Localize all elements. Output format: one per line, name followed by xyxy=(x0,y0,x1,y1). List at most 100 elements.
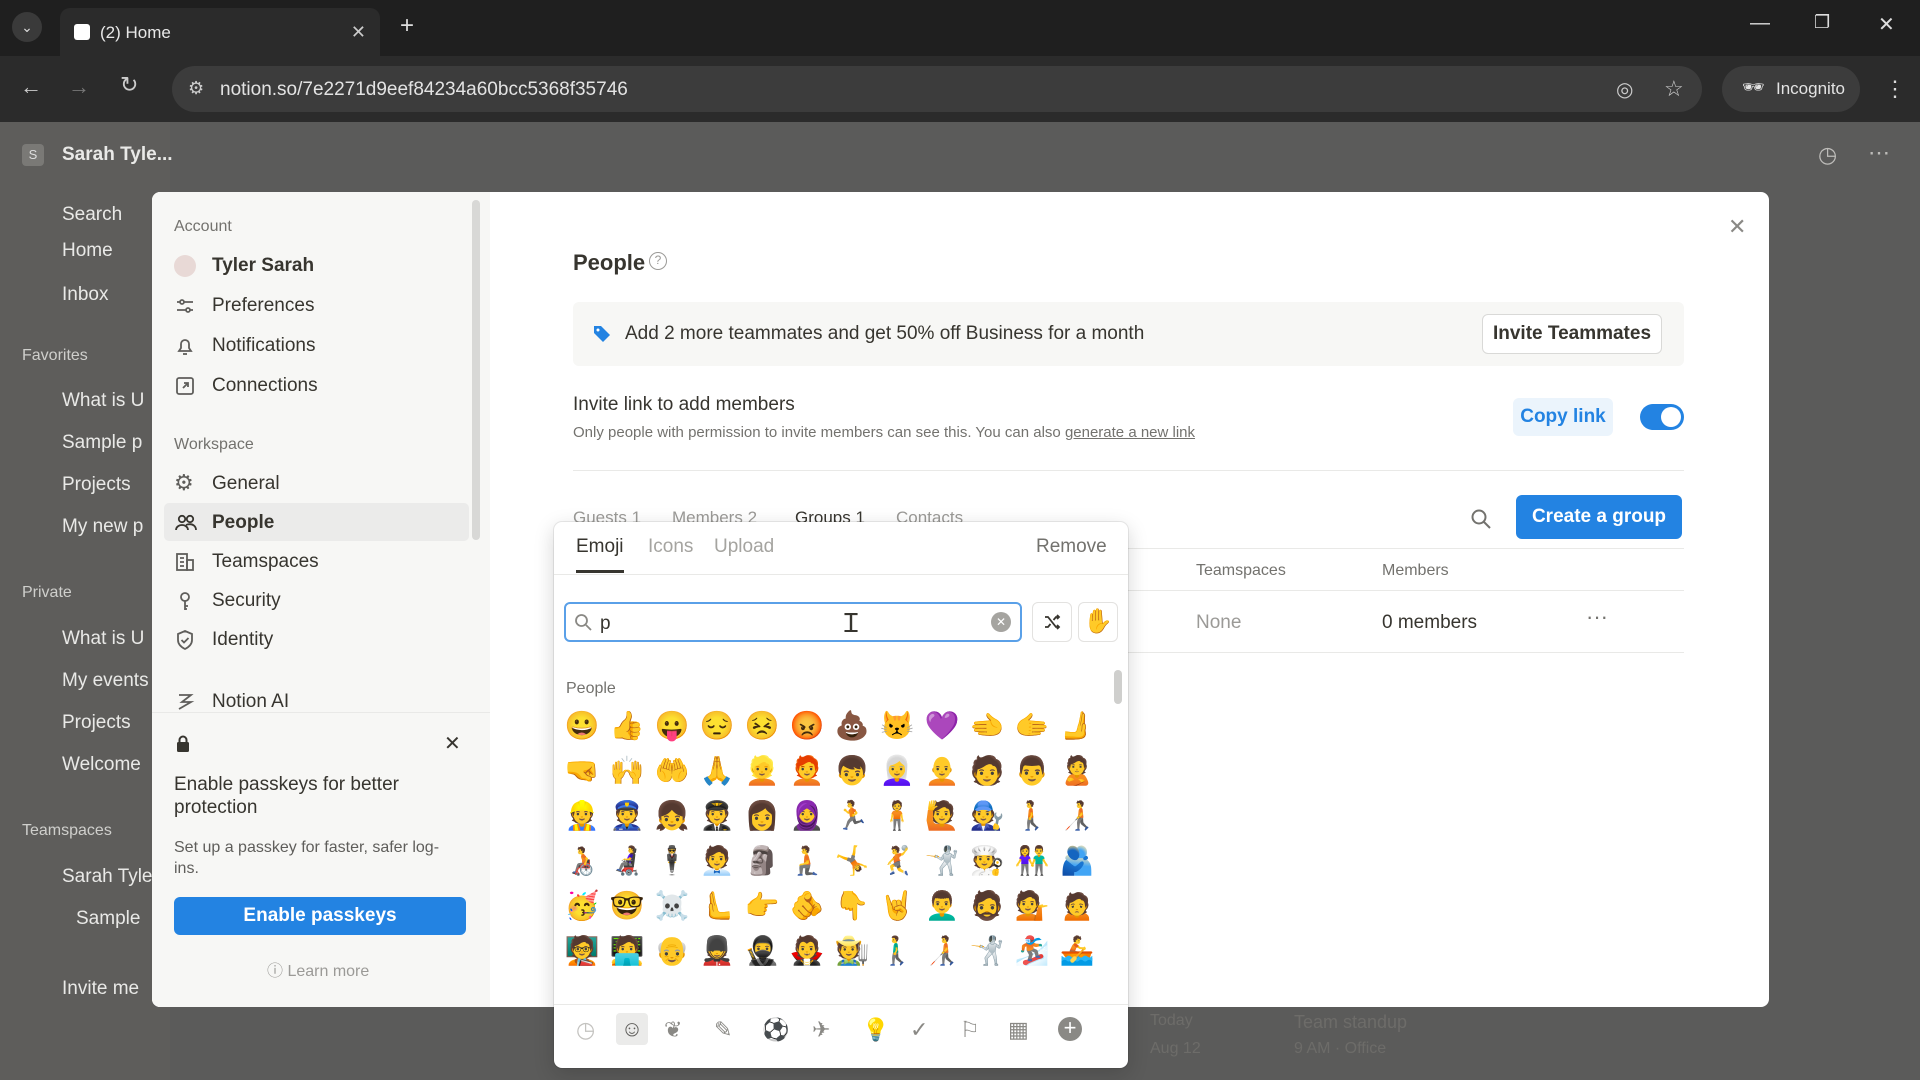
fav-item[interactable]: Projects xyxy=(62,474,131,496)
emoji-option[interactable]: 🧕 xyxy=(787,796,827,836)
emoji-option[interactable]: 🚶 xyxy=(1012,796,1052,836)
fav-item[interactable]: Sample p xyxy=(62,432,142,454)
teamspace-item[interactable]: Sarah Tyle xyxy=(62,866,152,888)
emoji-option[interactable]: 🙏 xyxy=(697,751,737,791)
emoji-option[interactable]: 🧔 xyxy=(967,886,1007,926)
site-info-icon[interactable]: ⚙ xyxy=(188,78,204,99)
remove-button[interactable]: Remove xyxy=(1036,536,1107,558)
emoji-option[interactable]: 👷 xyxy=(562,796,602,836)
emoji-option[interactable]: 🧑‍🦲 xyxy=(922,751,962,791)
nav-home[interactable]: Home xyxy=(62,240,113,262)
emoji-option[interactable]: 🧛 xyxy=(787,931,827,971)
emoji-option[interactable]: 🫱 xyxy=(1012,706,1052,746)
back-icon[interactable]: ← xyxy=(20,74,42,100)
emoji-option[interactable]: 💁 xyxy=(1012,886,1052,926)
emoji-option[interactable]: 💂 xyxy=(697,931,737,971)
forward-icon[interactable]: → xyxy=(68,74,90,100)
emoji-option[interactable]: 😔 xyxy=(697,706,737,746)
symbols-category-icon[interactable]: ✓ xyxy=(910,1017,936,1043)
emoji-option[interactable]: 👍 xyxy=(607,706,647,746)
emoji-option[interactable]: 👧 xyxy=(652,796,692,836)
emoji-option[interactable]: 🤺 xyxy=(922,841,962,881)
emoji-option[interactable]: 💩 xyxy=(832,706,872,746)
emoji-option[interactable]: 👫 xyxy=(1012,841,1052,881)
sidebar-item-preferences[interactable]: Preferences xyxy=(164,286,469,324)
emoji-option[interactable]: 👴 xyxy=(652,931,692,971)
emoji-option[interactable]: ☠️ xyxy=(652,886,692,926)
emoji-option[interactable]: 🕴 xyxy=(652,841,692,881)
emoji-option[interactable]: 🧍 xyxy=(877,796,917,836)
emoji-option[interactable]: 👮 xyxy=(607,796,647,836)
account-profile[interactable]: Tyler Sarah xyxy=(164,246,469,284)
emoji-option[interactable]: 😛 xyxy=(652,706,692,746)
enable-passkeys-button[interactable]: Enable passkeys xyxy=(174,897,466,935)
emoji-option[interactable]: 🙌 xyxy=(607,751,647,791)
sidebar-scrollbar[interactable] xyxy=(472,200,480,540)
emoji-option[interactable]: 🧎 xyxy=(787,841,827,881)
bookmark-star-icon[interactable]: ☆ xyxy=(1664,76,1684,102)
reload-icon[interactable]: ↻ xyxy=(120,72,138,98)
emoji-option[interactable]: 🤜 xyxy=(562,751,602,791)
emoji-option[interactable]: 💜 xyxy=(922,706,962,746)
emoji-option[interactable]: 🤾 xyxy=(877,841,917,881)
emoji-option[interactable]: 🤲 xyxy=(652,751,692,791)
emoji-option[interactable]: 🏂 xyxy=(1012,931,1052,971)
fav-item[interactable]: What is U xyxy=(62,390,144,412)
emoji-option[interactable]: 👩‍🦼 xyxy=(607,841,647,881)
tab-emoji[interactable]: Emoji xyxy=(576,536,624,558)
emoji-option[interactable]: 🚶‍♂️ xyxy=(877,931,917,971)
sidebar-item-teamspaces[interactable]: Teamspaces xyxy=(164,542,469,580)
emoji-option[interactable]: 🤸 xyxy=(832,841,872,881)
more-icon[interactable]: ⋯ xyxy=(1868,140,1890,166)
travel-category-icon[interactable]: ✈ xyxy=(812,1017,838,1043)
emoji-option[interactable]: 🧑‍💻 xyxy=(607,931,647,971)
tab-search-button[interactable]: ⌄ xyxy=(12,12,42,42)
sidebar-item-identity[interactable]: Identity xyxy=(164,620,469,658)
create-group-button[interactable]: Create a group xyxy=(1516,495,1682,539)
emoji-option[interactable]: 🤘 xyxy=(877,886,917,926)
emoji-option[interactable]: 🫂 xyxy=(1057,841,1097,881)
emoji-option[interactable]: 🧑 xyxy=(967,751,1007,791)
private-item[interactable]: Projects xyxy=(62,712,131,734)
row-more-icon[interactable]: ··· xyxy=(1586,604,1608,630)
emoji-option[interactable]: 👇 xyxy=(832,886,872,926)
invite-teammates-button[interactable]: Invite Teammates xyxy=(1482,314,1662,354)
generate-link[interactable]: generate a new link xyxy=(1065,424,1195,441)
invite-members[interactable]: Invite me xyxy=(62,978,139,1000)
picker-scrollbar[interactable] xyxy=(1114,670,1122,704)
emoji-option[interactable]: 😡 xyxy=(787,706,827,746)
emoji-option[interactable]: 👩‍🦳 xyxy=(877,751,917,791)
food-category-icon[interactable]: ✎ xyxy=(714,1017,740,1043)
emoji-option[interactable]: 🫲 xyxy=(967,706,1007,746)
private-item[interactable]: My events xyxy=(62,670,149,692)
emoji-search-input[interactable]: p ✕ xyxy=(564,602,1022,642)
emoji-option[interactable]: 👦 xyxy=(832,751,872,791)
learn-more-link[interactable]: ⓘ Learn more xyxy=(267,957,369,981)
emoji-option[interactable]: 🙋 xyxy=(922,796,962,836)
browser-menu-icon[interactable]: ⋮ xyxy=(1884,76,1906,102)
emoji-option[interactable]: 🧑‍🔧 xyxy=(967,796,1007,836)
close-tab-icon[interactable]: ✕ xyxy=(351,22,366,43)
emoji-option[interactable]: 🚣 xyxy=(1057,931,1097,971)
sidebar-item-notifications[interactable]: Notifications xyxy=(164,326,469,364)
search-icon[interactable] xyxy=(1470,508,1492,530)
address-bar[interactable]: ⚙ notion.so/7e2271d9eef84234a60bcc5368f3… xyxy=(172,66,1702,112)
emoji-option[interactable]: 👱 xyxy=(742,751,782,791)
emoji-option[interactable]: 👨 xyxy=(1012,751,1052,791)
add-custom-emoji-icon[interactable]: + xyxy=(1058,1017,1082,1041)
new-tab-icon[interactable]: + xyxy=(400,12,414,40)
emoji-option[interactable]: 🧑‍🍳 xyxy=(967,841,1007,881)
random-emoji-button[interactable] xyxy=(1032,602,1072,642)
tab-icons[interactable]: Icons xyxy=(648,536,693,558)
recent-icon[interactable]: ◷ xyxy=(576,1017,602,1043)
invite-link-toggle[interactable] xyxy=(1640,404,1684,430)
fav-item[interactable]: My new p xyxy=(62,516,143,538)
lightbulb-category-icon[interactable]: 💡 xyxy=(862,1017,889,1043)
browser-tab[interactable]: (2) Home ✕ xyxy=(60,8,380,56)
emoji-option[interactable]: 👉 xyxy=(742,886,782,926)
sports-category-icon[interactable]: ⚽ xyxy=(762,1017,789,1043)
emoji-option[interactable]: 🧑‍💼 xyxy=(697,841,737,881)
incognito-badge[interactable]: 🕶 Incognito xyxy=(1722,66,1860,112)
emoji-option[interactable]: 👩 xyxy=(742,796,782,836)
close-modal-icon[interactable]: ✕ xyxy=(1728,214,1746,240)
